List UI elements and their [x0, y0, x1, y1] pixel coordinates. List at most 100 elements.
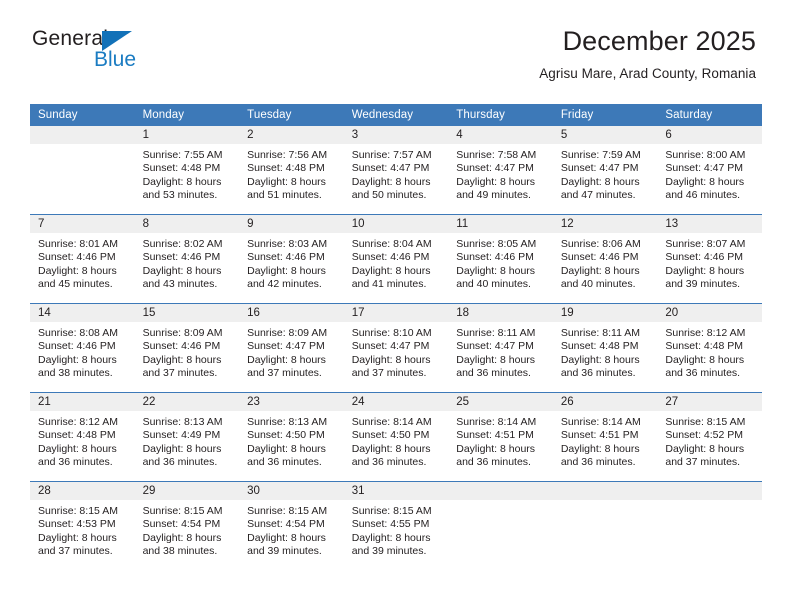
- sunset-time: Sunset: 4:50 PM: [247, 429, 325, 442]
- sunset-time: Sunset: 4:48 PM: [665, 340, 744, 353]
- sunset-time: Sunset: 4:46 PM: [456, 251, 534, 264]
- day-cell-inner: 18 Sunrise: 8:11 AM Sunset: 4:47 PM Dayligh…: [448, 304, 553, 392]
- day-details: Sunrise: 7:57 AM Sunset: 4:47 PM Daylight:…: [344, 144, 449, 203]
- calendar-day-cell[interactable]: 20 Sunrise: 8:12 AM Sunset: 4:48 PM Dayligh…: [657, 303, 762, 393]
- daylight-duration-line1: Daylight: 8 hours: [456, 442, 536, 455]
- daylight-duration-line2: and 53 minutes.: [142, 189, 218, 202]
- day-details: Sunrise: 8:14 AM Sunset: 4:51 PM Daylight:…: [448, 411, 553, 470]
- calendar-day-cell[interactable]: 14 Sunrise: 8:08 AM Sunset: 4:46 PM Dayligh…: [30, 303, 135, 393]
- daylight-duration-line1: Daylight: 8 hours: [456, 175, 536, 188]
- sunset-time: Sunset: 4:47 PM: [665, 162, 744, 175]
- general-blue-logo[interactable]: General Blue: [32, 28, 212, 78]
- title-block: December 2025 Agrisu Mare, Arad County, …: [539, 26, 756, 81]
- calendar-day-cell[interactable]: 21 Sunrise: 8:12 AM Sunset: 4:48 PM Dayligh…: [30, 392, 135, 482]
- sunset-time: Sunset: 4:50 PM: [351, 429, 430, 442]
- calendar-day-cell[interactable]: 25 Sunrise: 8:14 AM Sunset: 4:51 PM Dayligh…: [448, 392, 553, 482]
- day-cell-inner: 14 Sunrise: 8:08 AM Sunset: 4:46 PM Dayligh…: [30, 304, 135, 392]
- daylight-duration-line1: Daylight: 8 hours: [351, 442, 431, 455]
- calendar-day-cell[interactable]: 19 Sunrise: 8:11 AM Sunset: 4:48 PM Dayligh…: [552, 303, 658, 393]
- calendar-day-cell[interactable]: 23 Sunrise: 8:13 AM Sunset: 4:50 PM Dayligh…: [239, 392, 344, 482]
- calendar-day-cell[interactable]: 17 Sunrise: 8:10 AM Sunset: 4:47 PM Dayligh…: [343, 303, 449, 393]
- weekday-header-friday: Friday: [552, 104, 658, 126]
- sunset-time: Sunset: 4:46 PM: [142, 340, 221, 353]
- daylight-duration-line1: Daylight: 8 hours: [560, 175, 640, 188]
- calendar-day-cell[interactable]: 3 Sunrise: 7:57 AM Sunset: 4:47 PM Daylight…: [343, 126, 449, 215]
- day-cell-inner: 22 Sunrise: 8:13 AM Sunset: 4:49 PM Dayligh…: [134, 393, 240, 481]
- sunset-time: Sunset: 4:46 PM: [38, 340, 116, 353]
- day-number: 4: [448, 126, 553, 144]
- day-details: Sunrise: 8:11 AM Sunset: 4:47 PM Daylight:…: [448, 322, 553, 381]
- calendar-day-cell[interactable]: 16 Sunrise: 8:09 AM Sunset: 4:47 PM Dayligh…: [239, 303, 344, 393]
- day-details: Sunrise: 7:58 AM Sunset: 4:47 PM Daylight:…: [448, 144, 553, 203]
- calendar-day-cell[interactable]: 18 Sunrise: 8:11 AM Sunset: 4:47 PM Dayligh…: [448, 303, 553, 393]
- calendar-day-cell[interactable]: 13 Sunrise: 8:07 AM Sunset: 4:46 PM Dayligh…: [657, 214, 762, 304]
- calendar-day-cell-empty: [448, 481, 553, 570]
- sunrise-time: Sunrise: 8:01 AM: [38, 238, 118, 250]
- daylight-duration-line2: and 37 minutes.: [351, 367, 427, 380]
- calendar-day-cell[interactable]: 31 Sunrise: 8:15 AM Sunset: 4:55 PM Dayligh…: [343, 481, 449, 570]
- sunrise-time: Sunrise: 7:55 AM: [142, 149, 223, 161]
- day-number: 22: [134, 393, 240, 411]
- weekday-header-wednesday: Wednesday: [343, 104, 449, 126]
- calendar-day-cell[interactable]: 1 Sunrise: 7:55 AM Sunset: 4:48 PM Daylight…: [134, 126, 240, 215]
- day-number: 7: [30, 215, 135, 233]
- day-number: 28: [30, 482, 135, 500]
- calendar-day-cell[interactable]: 27 Sunrise: 8:15 AM Sunset: 4:52 PM Dayligh…: [657, 392, 762, 482]
- sunrise-time: Sunrise: 7:59 AM: [560, 149, 641, 161]
- calendar-day-cell[interactable]: 12 Sunrise: 8:06 AM Sunset: 4:46 PM Dayligh…: [552, 214, 658, 304]
- calendar-day-cell[interactable]: 6 Sunrise: 8:00 AM Sunset: 4:47 PM Daylight…: [657, 126, 762, 215]
- calendar-day-cell[interactable]: 24 Sunrise: 8:14 AM Sunset: 4:50 PM Dayligh…: [343, 392, 449, 482]
- weekday-headers: Sunday Monday Tuesday Wednesday Thursday Frid…: [30, 104, 762, 126]
- sunset-time: Sunset: 4:46 PM: [142, 251, 221, 264]
- calendar-day-cell[interactable]: 10 Sunrise: 8:04 AM Sunset: 4:46 PM Dayligh…: [343, 214, 449, 304]
- daylight-duration-line2: and 36 minutes.: [560, 367, 636, 380]
- day-cell-inner: 11 Sunrise: 8:05 AM Sunset: 4:46 PM Dayligh…: [448, 215, 553, 303]
- calendar-day-cell[interactable]: 15 Sunrise: 8:09 AM Sunset: 4:46 PM Dayligh…: [134, 303, 240, 393]
- day-number: 14: [30, 304, 135, 322]
- page-header: General Blue December 2025 Agrisu Mare, …: [0, 0, 792, 81]
- day-cell-inner: 28 Sunrise: 8:15 AM Sunset: 4:53 PM Dayligh…: [30, 482, 135, 570]
- day-details: Sunrise: 8:09 AM Sunset: 4:46 PM Daylight:…: [135, 322, 240, 381]
- calendar-day-cell-empty: [30, 126, 135, 215]
- calendar-day-cell[interactable]: 4 Sunrise: 7:58 AM Sunset: 4:47 PM Daylight…: [448, 126, 553, 215]
- day-cell-inner: 31 Sunrise: 8:15 AM Sunset: 4:55 PM Dayligh…: [343, 482, 449, 570]
- day-details: Sunrise: 8:00 AM Sunset: 4:47 PM Daylight:…: [657, 144, 762, 203]
- day-details: Sunrise: 8:13 AM Sunset: 4:49 PM Daylight:…: [135, 411, 240, 470]
- day-details: Sunrise: 7:55 AM Sunset: 4:48 PM Daylight:…: [135, 144, 240, 203]
- daylight-duration-line2: and 39 minutes.: [665, 278, 741, 291]
- day-details: Sunrise: 8:07 AM Sunset: 4:46 PM Daylight:…: [657, 233, 762, 292]
- calendar-week-row: 1 Sunrise: 7:55 AM Sunset: 4:48 PM Daylight…: [30, 126, 762, 215]
- calendar-day-cell[interactable]: 22 Sunrise: 8:13 AM Sunset: 4:49 PM Dayligh…: [134, 392, 240, 482]
- calendar-day-cell[interactable]: 9 Sunrise: 8:03 AM Sunset: 4:46 PM Daylight…: [239, 214, 344, 304]
- day-cell-inner: [657, 482, 762, 570]
- daylight-duration-line2: and 51 minutes.: [247, 189, 322, 202]
- calendar-day-cell[interactable]: 28 Sunrise: 8:15 AM Sunset: 4:53 PM Dayligh…: [30, 481, 135, 570]
- sunset-time: Sunset: 4:51 PM: [560, 429, 639, 442]
- daylight-duration-line2: and 39 minutes.: [351, 545, 427, 558]
- calendar-day-cell[interactable]: 2 Sunrise: 7:56 AM Sunset: 4:48 PM Daylight…: [239, 126, 344, 215]
- daylight-duration-line2: and 37 minutes.: [142, 367, 218, 380]
- day-number: 3: [343, 126, 449, 144]
- calendar-day-cell[interactable]: 11 Sunrise: 8:05 AM Sunset: 4:46 PM Dayligh…: [448, 214, 553, 304]
- daylight-duration-line1: Daylight: 8 hours: [351, 264, 431, 277]
- calendar-day-cell[interactable]: 26 Sunrise: 8:14 AM Sunset: 4:51 PM Dayligh…: [552, 392, 658, 482]
- calendar-day-cell[interactable]: 8 Sunrise: 8:02 AM Sunset: 4:46 PM Daylight…: [134, 214, 240, 304]
- day-cell-inner: 27 Sunrise: 8:15 AM Sunset: 4:52 PM Dayligh…: [657, 393, 762, 481]
- sunrise-time: Sunrise: 8:14 AM: [560, 416, 641, 428]
- calendar-day-cell[interactable]: 30 Sunrise: 8:15 AM Sunset: 4:54 PM Dayligh…: [239, 481, 344, 570]
- day-number: 2: [239, 126, 344, 144]
- calendar-day-cell[interactable]: 29 Sunrise: 8:15 AM Sunset: 4:54 PM Dayligh…: [134, 481, 240, 570]
- sunset-time: Sunset: 4:47 PM: [351, 340, 430, 353]
- calendar-day-cell[interactable]: 5 Sunrise: 7:59 AM Sunset: 4:47 PM Daylight…: [552, 126, 658, 215]
- sunrise-time: Sunrise: 8:09 AM: [247, 327, 328, 339]
- calendar-day-cell[interactable]: 7 Sunrise: 8:01 AM Sunset: 4:46 PM Daylight…: [30, 214, 135, 304]
- day-details: Sunrise: 8:15 AM Sunset: 4:54 PM Daylight:…: [135, 500, 240, 559]
- day-details: Sunrise: 8:12 AM Sunset: 4:48 PM Daylight:…: [657, 322, 762, 381]
- logo-text-general: General: [32, 27, 109, 50]
- day-cell-inner: 9 Sunrise: 8:03 AM Sunset: 4:46 PM Daylight…: [239, 215, 344, 303]
- day-cell-inner: 3 Sunrise: 7:57 AM Sunset: 4:47 PM Daylight…: [343, 126, 449, 214]
- day-number: 9: [239, 215, 344, 233]
- day-details: Sunrise: 7:59 AM Sunset: 4:47 PM Daylight:…: [553, 144, 658, 203]
- sunset-time: Sunset: 4:55 PM: [351, 518, 430, 531]
- day-cell-inner: 20 Sunrise: 8:12 AM Sunset: 4:48 PM Dayligh…: [657, 304, 762, 392]
